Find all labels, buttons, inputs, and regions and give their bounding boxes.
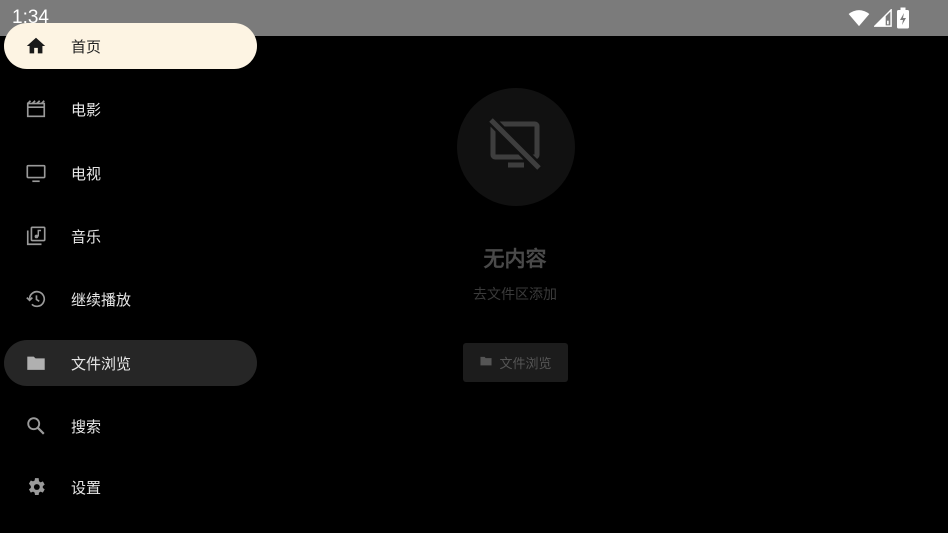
sidebar-item-label: 电影 <box>71 100 102 119</box>
empty-state-title: 无内容 <box>483 247 547 271</box>
sidebar-item-label: 音乐 <box>71 227 102 246</box>
sidebar-item-file-browser[interactable]: 文件浏览 <box>4 340 257 386</box>
sidebar-item-label: 搜索 <box>71 417 102 436</box>
history-icon <box>24 287 48 311</box>
sidebar-item-label: 电视 <box>71 164 102 183</box>
sidebar-item-home[interactable]: 首页 <box>4 23 257 69</box>
music-library-icon <box>24 224 48 248</box>
app-screen: 1:34 首页 电影 电视 音乐 继续播放 文件浏览 搜索 设置 无内容 去文件… <box>0 0 948 533</box>
status-icons <box>848 7 910 29</box>
sidebar-item-continue-watching[interactable]: 继续播放 <box>4 276 257 322</box>
movie-icon <box>24 97 48 121</box>
tv-icon <box>24 161 48 185</box>
sidebar-item-search[interactable]: 搜索 <box>4 403 257 449</box>
search-icon <box>24 414 48 438</box>
sidebar-item-movies[interactable]: 电影 <box>4 86 257 132</box>
sidebar-item-music[interactable]: 音乐 <box>4 213 257 259</box>
signal-icon <box>874 9 892 27</box>
sidebar-item-settings[interactable]: 设置 <box>4 464 257 510</box>
no-display-icon <box>486 115 546 179</box>
file-browser-button[interactable]: 文件浏览 <box>463 343 568 382</box>
home-icon <box>24 34 48 58</box>
sidebar: 首页 电影 电视 音乐 继续播放 文件浏览 搜索 设置 <box>0 23 262 533</box>
battery-charging-icon <box>896 7 910 29</box>
sidebar-item-label: 继续播放 <box>71 290 132 309</box>
file-browser-button-label: 文件浏览 <box>499 357 552 372</box>
gear-icon <box>24 475 48 499</box>
empty-state-subtitle: 去文件区添加 <box>473 287 557 303</box>
empty-state: 无内容 去文件区添加 文件浏览 <box>262 36 768 533</box>
wifi-icon <box>848 9 870 27</box>
sidebar-item-label: 文件浏览 <box>71 354 132 373</box>
folder-icon <box>24 351 48 375</box>
folder-icon <box>479 353 493 372</box>
sidebar-item-label: 首页 <box>71 37 102 56</box>
empty-state-badge <box>457 88 575 206</box>
sidebar-item-label: 设置 <box>71 478 102 497</box>
sidebar-item-tv[interactable]: 电视 <box>4 150 257 196</box>
